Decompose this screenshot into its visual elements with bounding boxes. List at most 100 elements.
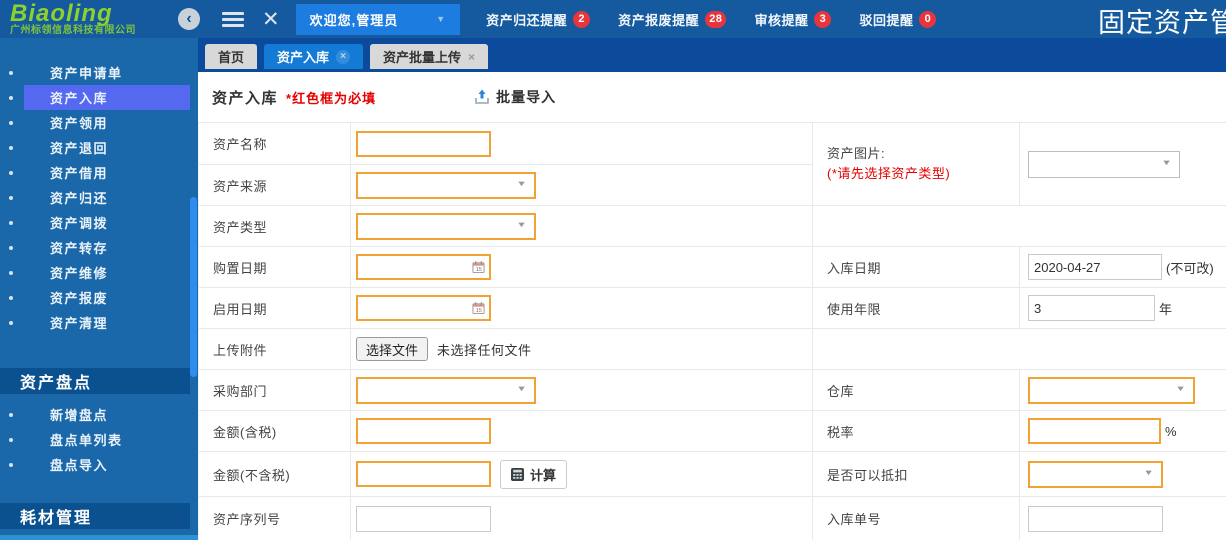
tax-rate-input[interactable]	[1028, 418, 1161, 444]
inbound-date-input[interactable]	[1028, 254, 1162, 280]
enable-date-input[interactable]	[356, 295, 491, 321]
tab-close-icon[interactable]: ×	[468, 50, 475, 64]
sidebar-bottom-strip	[0, 535, 198, 540]
field-label: 金额(不含税)	[199, 452, 351, 496]
field-label: 税率	[813, 411, 1020, 451]
sidebar-item-asset-scrap[interactable]: 资产报废	[0, 285, 198, 310]
batch-import-button[interactable]: 批量导入	[474, 87, 556, 107]
field-label: 采购部门	[199, 370, 351, 410]
sidebar-item-asset-store[interactable]: 资产转存	[0, 235, 198, 260]
bullet-icon	[9, 462, 13, 467]
asset-source-select[interactable]: ▼	[356, 171, 536, 199]
bullet-icon	[9, 245, 13, 250]
page-content: 资产入库 *红色框为必填 批量导入 资产名称 资产来源 ▼ 资产类型 ▼ 购置日…	[198, 72, 1226, 540]
serial-no-input[interactable]	[356, 505, 491, 532]
row-service-years: 使用年限 年	[813, 288, 1226, 329]
deductible-select[interactable]: ▼	[1028, 460, 1163, 488]
bullet-icon	[9, 320, 13, 325]
caret-down-icon: ▼	[516, 384, 527, 394]
sidebar-item-asset-giveback[interactable]: 资产归还	[0, 185, 198, 210]
calendar-icon[interactable]: 15	[472, 302, 485, 315]
amount-with-tax-input[interactable]	[356, 418, 491, 444]
file-status-text: 未选择任何文件	[437, 342, 532, 358]
app-title: 固定资产管理系统	[1098, 8, 1226, 38]
sidebar-item-new-inventory[interactable]: 新增盘点	[0, 402, 198, 427]
asset-type-select[interactable]: ▼	[356, 212, 536, 240]
notification-reject[interactable]: 驳回提醒 0	[859, 10, 937, 29]
field-label: 入库单号	[813, 497, 1020, 540]
caret-down-icon: ▼	[436, 14, 447, 24]
bullet-icon	[9, 195, 13, 200]
caret-down-icon: ▼	[516, 179, 527, 189]
bullet-icon	[9, 145, 13, 150]
row-purchase-date: 购置日期 15	[199, 247, 812, 288]
tab-home[interactable]: 首页	[205, 44, 258, 69]
caret-down-icon: ▼	[516, 220, 527, 230]
sidebar-section-consumables[interactable]: 耗材管理	[0, 503, 190, 529]
main-area: 首页 资产入库 × 资产批量上传 × 资产入库 *红色框为必填 批量导入 资产名…	[198, 38, 1226, 540]
row-warehouse: 仓库 ▼	[813, 370, 1226, 411]
sidebar-scrollbar[interactable]	[190, 197, 197, 377]
sidebar-item-asset-receive[interactable]: 资产领用	[0, 110, 198, 135]
bullet-icon	[9, 412, 13, 417]
sidebar-item-asset-repair[interactable]: 资产维修	[0, 260, 198, 285]
row-asset-image: 资产图片: (*请先选择资产类型) ▼	[813, 123, 1226, 206]
field-label: 仓库	[813, 370, 1020, 410]
bullet-icon	[9, 437, 13, 442]
sidebar-item-asset-apply[interactable]: 资产申请单	[0, 60, 198, 85]
asset-image-hint: (*请先选择资产类型)	[827, 166, 951, 181]
purchase-dept-select[interactable]: ▼	[356, 376, 536, 404]
sidebar-item-asset-borrow[interactable]: 资产借用	[0, 160, 198, 185]
row-amount-with-tax: 金额(含税)	[199, 411, 812, 452]
sidebar-item-asset-clean[interactable]: 资产清理	[0, 310, 198, 335]
tab-batch-upload[interactable]: 资产批量上传 ×	[370, 44, 489, 69]
sidebar-item-asset-transfer[interactable]: 资产调拨	[0, 210, 198, 235]
calendar-icon[interactable]: 15	[472, 261, 485, 274]
notification-asset-scrap[interactable]: 资产报废提醒 28	[618, 10, 727, 29]
svg-text:15: 15	[476, 308, 482, 314]
bullet-icon	[9, 295, 13, 300]
purchase-date-input[interactable]	[356, 254, 491, 280]
row-inbound-no: 入库单号	[813, 497, 1226, 540]
amount-without-tax-input[interactable]	[356, 461, 491, 487]
user-menu[interactable]: 欢迎您,管理员 ▼	[295, 3, 461, 35]
service-years-input[interactable]	[1028, 295, 1155, 321]
row-asset-type: 资产类型 ▼	[199, 206, 812, 247]
notification-audit[interactable]: 审核提醒 3	[754, 10, 832, 29]
row-empty	[813, 206, 1226, 247]
sidebar-section-inventory[interactable]: 资产盘点	[0, 368, 190, 394]
caret-down-icon: ▼	[1161, 158, 1172, 168]
row-amount-without-tax: 金额(不含税) 计算	[199, 452, 812, 497]
calculate-button[interactable]: 计算	[500, 459, 568, 489]
form-right-column: 资产图片: (*请先选择资产类型) ▼ 入库日期 2020-04-27 (不可改…	[812, 123, 1226, 540]
service-years-suffix: 年	[1159, 301, 1173, 317]
sidebar-item-inventory-import[interactable]: 盘点导入	[0, 452, 198, 477]
sidebar-collapse-button[interactable]: ‹	[178, 8, 200, 30]
close-icon: ✕	[262, 7, 280, 31]
asset-image-select[interactable]: ▼	[1028, 150, 1180, 178]
tab-close-icon[interactable]: ×	[336, 49, 351, 64]
warehouse-select[interactable]: ▼	[1028, 376, 1195, 404]
close-all-button[interactable]: ✕	[262, 9, 280, 30]
sidebar-item-asset-return-back[interactable]: 资产退回	[0, 135, 198, 160]
field-label: 购置日期	[199, 247, 351, 287]
row-serial-no: 资产序列号	[199, 497, 812, 540]
sidebar-item-asset-inbound[interactable]: 资产入库	[0, 85, 198, 110]
caret-down-icon: ▼	[1143, 468, 1154, 478]
notification-label: 资产报废提醒	[618, 12, 700, 28]
bullet-icon	[9, 170, 13, 175]
top-header: Biaoling 广州标领信息科技有限公司 ‹ ✕ 欢迎您,管理员 ▼ 资产归还…	[0, 0, 1226, 38]
sidebar-submenu-inventory: 新增盘点 盘点单列表 盘点导入	[0, 394, 198, 477]
tab-asset-inbound[interactable]: 资产入库 ×	[264, 44, 364, 69]
inbound-no-input[interactable]	[1028, 505, 1163, 532]
asset-name-input[interactable]	[356, 130, 491, 157]
page-title: 资产入库	[212, 89, 279, 107]
welcome-label: 欢迎您,管理员	[309, 12, 399, 28]
brand: Biaoling 广州标领信息科技有限公司	[0, 1, 178, 37]
notification-asset-return[interactable]: 资产归还提醒 2	[486, 10, 591, 29]
menu-toggle-button[interactable]	[222, 9, 244, 30]
svg-text:15: 15	[476, 267, 482, 273]
sidebar-item-inventory-list[interactable]: 盘点单列表	[0, 427, 198, 452]
row-purchase-dept: 采购部门 ▼	[199, 370, 812, 411]
choose-file-button[interactable]: 选择文件	[356, 337, 429, 361]
